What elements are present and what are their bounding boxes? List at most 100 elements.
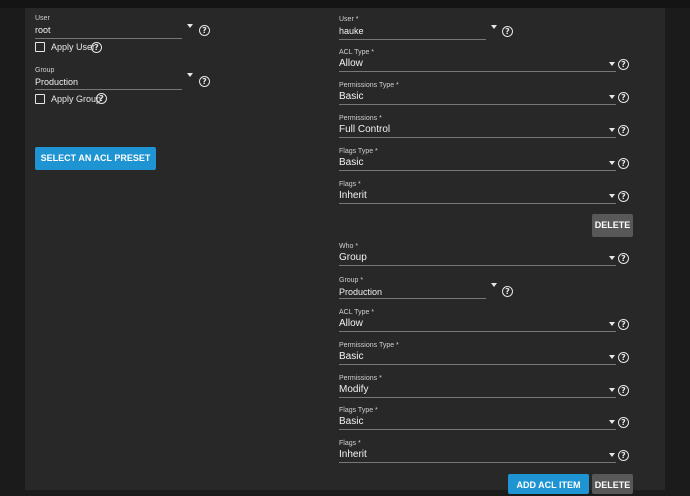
ace1-acl-type-value: Allow	[339, 58, 363, 69]
chevron-down-icon[interactable]	[609, 128, 615, 132]
help-circle-icon[interactable]: ?	[618, 125, 629, 136]
ace2-who-value: Group	[339, 252, 367, 263]
ace1-permissions-label: Permissions *	[339, 115, 382, 122]
apply-group-label: Apply Group	[51, 94, 102, 104]
ace2-delete-button[interactable]: DELETE	[592, 474, 633, 494]
ace2-group-select[interactable]: Group * Production	[339, 277, 499, 301]
ace2-flags-type-select[interactable]: Flags Type * Basic	[339, 407, 619, 431]
select-acl-preset-button[interactable]: SELECT AN ACL PRESET	[35, 147, 156, 170]
chevron-down-icon[interactable]	[491, 25, 497, 29]
ace1-acl-type-underline	[339, 71, 616, 72]
ace1-user-label: User *	[339, 16, 359, 23]
ace2-flags-type-underline	[339, 429, 616, 430]
ace2-flags-select[interactable]: Flags * Inherit	[339, 440, 619, 464]
ace1-permissions-underline	[339, 137, 616, 138]
help-circle-icon[interactable]: ?	[618, 319, 629, 330]
chevron-down-icon[interactable]	[609, 194, 615, 198]
ace1-permissions-select[interactable]: Permissions * Full Control	[339, 115, 619, 139]
help-circle-icon[interactable]: ?	[618, 92, 629, 103]
ace1-permissions-value: Full Control	[339, 124, 391, 135]
help-circle-icon[interactable]: ?	[618, 191, 629, 202]
help-circle-icon[interactable]: ?	[96, 93, 107, 104]
ace2-who-label: Who *	[339, 243, 359, 250]
owner-group-select[interactable]: Group Production	[35, 67, 195, 93]
ace2-group-underline	[339, 298, 486, 299]
chevron-down-icon[interactable]	[609, 420, 615, 424]
chevron-down-icon[interactable]	[609, 62, 615, 66]
ace2-acl-type-value: Allow	[339, 318, 363, 329]
ace1-permissions-type-value: Basic	[339, 91, 364, 102]
ace1-delete-button[interactable]: DELETE	[592, 214, 633, 237]
ace2-flags-type-label: Flags Type *	[339, 407, 378, 414]
ace1-user-select[interactable]: User * hauke	[339, 16, 499, 42]
ace2-acl-type-underline	[339, 331, 616, 332]
ace2-group-label: Group *	[339, 277, 364, 284]
ace1-user-underline	[339, 39, 486, 40]
ace2-permissions-label: Permissions *	[339, 375, 382, 382]
chevron-down-icon[interactable]	[609, 95, 615, 99]
chevron-down-icon[interactable]	[187, 73, 193, 77]
owner-user-value: root	[35, 25, 51, 35]
ace2-who-select[interactable]: Who * Group	[339, 243, 619, 267]
help-circle-icon[interactable]: ?	[618, 417, 629, 428]
ace1-flags-type-underline	[339, 170, 616, 171]
owner-user-label: User	[35, 15, 50, 22]
help-circle-icon[interactable]: ?	[618, 253, 629, 264]
ace2-flags-type-value: Basic	[339, 416, 364, 427]
chevron-down-icon[interactable]	[187, 24, 193, 28]
ace2-flags-label: Flags *	[339, 440, 361, 447]
apply-group-checkbox[interactable]	[35, 94, 45, 104]
owner-group-label: Group	[35, 67, 55, 74]
help-circle-icon[interactable]: ?	[618, 385, 629, 396]
ace2-flags-value: Inherit	[339, 449, 367, 460]
ace2-permissions-type-select[interactable]: Permissions Type * Basic	[339, 342, 619, 366]
ace2-permissions-type-underline	[339, 364, 616, 365]
ace1-permissions-type-label: Permissions Type *	[339, 82, 399, 89]
ace2-group-value: Production	[339, 287, 383, 297]
ace2-acl-type-label: ACL Type *	[339, 309, 375, 316]
ace1-flags-select[interactable]: Flags * Inherit	[339, 181, 619, 205]
owner-group-value: Production	[35, 77, 79, 87]
owner-group-underline	[35, 89, 182, 90]
ace1-user-value: hauke	[339, 26, 364, 36]
chevron-down-icon[interactable]	[609, 388, 615, 392]
ace1-acl-type-select[interactable]: ACL Type * Allow	[339, 49, 619, 73]
ace1-flags-type-value: Basic	[339, 157, 364, 168]
ace1-permissions-type-select[interactable]: Permissions Type * Basic	[339, 82, 619, 106]
help-circle-icon[interactable]: ?	[199, 25, 210, 36]
chevron-down-icon[interactable]	[491, 283, 497, 287]
apply-user-checkbox[interactable]	[35, 42, 45, 52]
ace1-flags-type-label: Flags Type *	[339, 148, 378, 155]
ace1-acl-type-label: ACL Type *	[339, 49, 375, 56]
ace2-permissions-value: Modify	[339, 384, 369, 395]
add-acl-item-button[interactable]: ADD ACL ITEM	[508, 474, 589, 494]
ace1-flags-underline	[339, 203, 616, 204]
owner-user-underline	[35, 38, 182, 39]
chevron-down-icon[interactable]	[609, 453, 615, 457]
ace1-flags-label: Flags *	[339, 181, 361, 188]
chevron-down-icon[interactable]	[609, 256, 615, 260]
ace2-acl-type-select[interactable]: ACL Type * Allow	[339, 309, 619, 333]
ace2-who-underline	[339, 265, 616, 266]
ace2-permissions-type-value: Basic	[339, 351, 364, 362]
chevron-down-icon[interactable]	[609, 355, 615, 359]
ace2-permissions-type-label: Permissions Type *	[339, 342, 399, 349]
ace1-flags-type-select[interactable]: Flags Type * Basic	[339, 148, 619, 172]
help-circle-icon[interactable]: ?	[618, 450, 629, 461]
ace1-flags-value: Inherit	[339, 190, 367, 201]
help-circle-icon[interactable]: ?	[199, 76, 210, 87]
owner-user-select[interactable]: User root	[35, 15, 195, 41]
help-circle-icon[interactable]: ?	[618, 59, 629, 70]
top-bar	[0, 0, 690, 8]
chevron-down-icon[interactable]	[609, 161, 615, 165]
help-circle-icon[interactable]: ?	[91, 42, 102, 53]
help-circle-icon[interactable]: ?	[618, 158, 629, 169]
help-circle-icon[interactable]: ?	[502, 286, 513, 297]
help-circle-icon[interactable]: ?	[618, 352, 629, 363]
chevron-down-icon[interactable]	[609, 322, 615, 326]
ace1-permissions-type-underline	[339, 104, 616, 105]
help-circle-icon[interactable]: ?	[502, 26, 513, 37]
ace2-permissions-select[interactable]: Permissions * Modify	[339, 375, 619, 399]
apply-user-label: Apply User	[51, 42, 96, 52]
ace2-flags-underline	[339, 462, 616, 463]
